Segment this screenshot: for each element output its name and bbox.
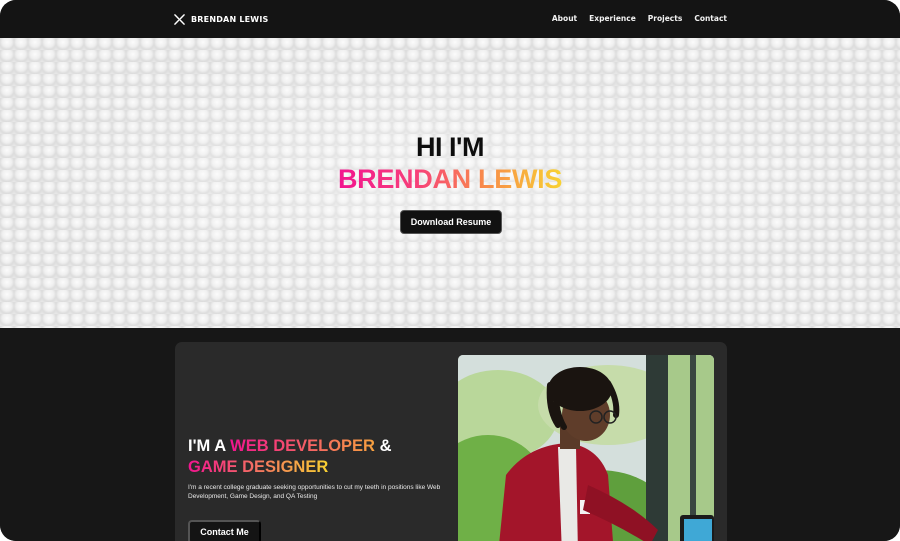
x-logo-icon bbox=[174, 13, 185, 25]
role-web-developer: WEB DEVELOPER bbox=[230, 437, 375, 455]
contact-me-button[interactable]: Contact Me bbox=[188, 520, 261, 541]
nav-link-projects[interactable]: Projects bbox=[648, 14, 683, 23]
hero-greeting: HI I'M bbox=[416, 132, 484, 162]
nav-links: About Experience Projects Contact bbox=[552, 14, 727, 23]
heading-prefix: I'M A bbox=[188, 437, 231, 455]
nav-link-about[interactable]: About bbox=[552, 14, 577, 23]
role-game-designer: GAME DESIGNER bbox=[188, 458, 329, 476]
nav-link-contact[interactable]: Contact bbox=[694, 14, 727, 23]
brand-name: BRENDAN LEWIS bbox=[191, 14, 269, 24]
nav-link-experience[interactable]: Experience bbox=[589, 14, 636, 23]
about-section: I'M A WEB DEVELOPER & GAME DESIGNER I'm … bbox=[0, 328, 900, 541]
brand[interactable]: BRENDAN LEWIS bbox=[174, 12, 268, 26]
about-heading: I'M A WEB DEVELOPER & GAME DESIGNER bbox=[188, 436, 458, 478]
hero-section: HI I'M BRENDAN LEWIS Download Resume bbox=[0, 38, 900, 328]
hero-name-text: BRENDAN LEWIS bbox=[337, 164, 563, 194]
about-card: I'M A WEB DEVELOPER & GAME DESIGNER I'm … bbox=[175, 342, 727, 541]
download-resume-button[interactable]: Download Resume bbox=[400, 210, 502, 234]
hero-name: BRENDAN LEWIS bbox=[0, 164, 900, 195]
heading-joiner: & bbox=[374, 437, 392, 455]
about-description: I'm a recent college graduate seeking op… bbox=[188, 484, 441, 500]
page-frame: BRENDAN LEWIS About Experience Projects … bbox=[0, 0, 900, 541]
top-navbar: BRENDAN LEWIS About Experience Projects … bbox=[0, 0, 900, 38]
profile-photo bbox=[458, 355, 714, 541]
profile-photo-illustration bbox=[458, 355, 714, 541]
